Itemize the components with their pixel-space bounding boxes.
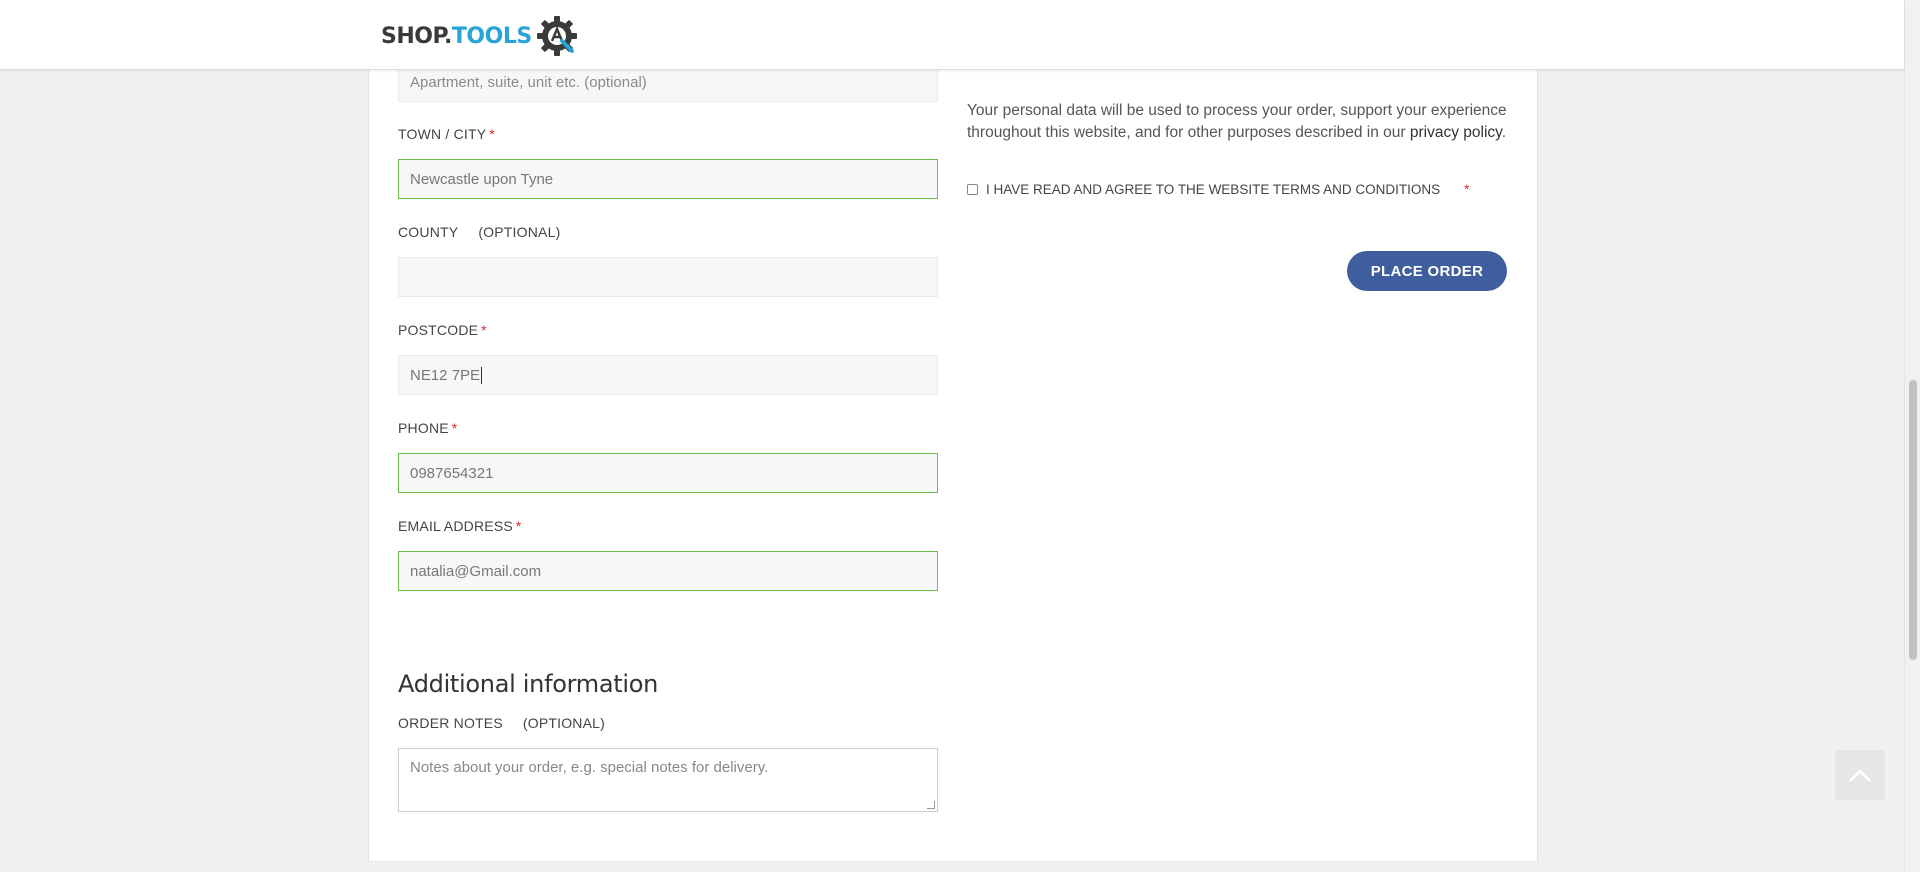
required-marker: * xyxy=(481,322,487,338)
email-input[interactable]: natalia@Gmail.com xyxy=(398,551,938,591)
phone-label: PHONE * xyxy=(398,420,458,436)
privacy-policy-link[interactable]: privacy policy xyxy=(1410,124,1502,141)
page-scrollbar[interactable] xyxy=(1904,0,1920,872)
additional-info-heading: Additional information xyxy=(398,670,659,698)
email-value: natalia@Gmail.com xyxy=(410,562,542,580)
back-to-top-button[interactable] xyxy=(1835,750,1885,800)
postcode-label: POSTCODE * xyxy=(398,322,487,338)
phone-input[interactable]: 0987654321 xyxy=(398,453,938,493)
terms-checkbox[interactable] xyxy=(967,184,978,195)
optional-marker: (OPTIONAL) xyxy=(522,715,606,731)
required-marker: * xyxy=(451,420,458,436)
postcode-input[interactable]: NE12 7PE xyxy=(398,355,938,395)
resize-grip-icon[interactable] xyxy=(927,801,935,809)
scrollbar-thumb[interactable] xyxy=(1909,380,1917,660)
gear-wrench-icon xyxy=(536,16,577,56)
town-input[interactable]: Newcastle upon Tyne xyxy=(398,159,938,199)
terms-row: I HAVE READ AND AGREE TO THE WEBSITE TER… xyxy=(967,182,1469,197)
terms-label[interactable]: I HAVE READ AND AGREE TO THE WEBSITE TER… xyxy=(986,182,1440,197)
text-caret xyxy=(481,366,483,384)
site-logo[interactable]: SHOP.TOOLS xyxy=(381,14,580,58)
required-marker: * xyxy=(515,518,522,534)
order-notes-label: ORDER NOTES (OPTIONAL) xyxy=(398,715,606,731)
phone-value: 0987654321 xyxy=(410,464,494,482)
privacy-notice: Your personal data will be used to proce… xyxy=(967,102,1507,141)
order-notes-placeholder: Notes about your order, e.g. special not… xyxy=(410,759,769,776)
order-notes-textarea[interactable]: Notes about your order, e.g. special not… xyxy=(398,748,938,812)
county-input[interactable] xyxy=(398,257,938,297)
optional-marker: (OPTIONAL) xyxy=(478,224,561,240)
town-value: Newcastle upon Tyne xyxy=(410,170,554,188)
place-order-button[interactable]: PLACE ORDER xyxy=(1347,251,1507,291)
postcode-value: NE12 7PE xyxy=(410,366,481,384)
required-marker: * xyxy=(1464,182,1470,197)
county-label: COUNTY (OPTIONAL) xyxy=(398,224,561,240)
logo-text: SHOP.TOOLS xyxy=(381,23,532,49)
required-marker: * xyxy=(489,126,495,142)
apartment-placeholder: Apartment, suite, unit etc. (optional) xyxy=(410,73,647,91)
email-label: EMAIL ADDRESS * xyxy=(398,518,522,534)
site-header: SHOP.TOOLS xyxy=(0,0,1904,70)
town-label: TOWN / CITY * xyxy=(398,126,495,142)
chevron-up-icon xyxy=(1849,769,1871,782)
